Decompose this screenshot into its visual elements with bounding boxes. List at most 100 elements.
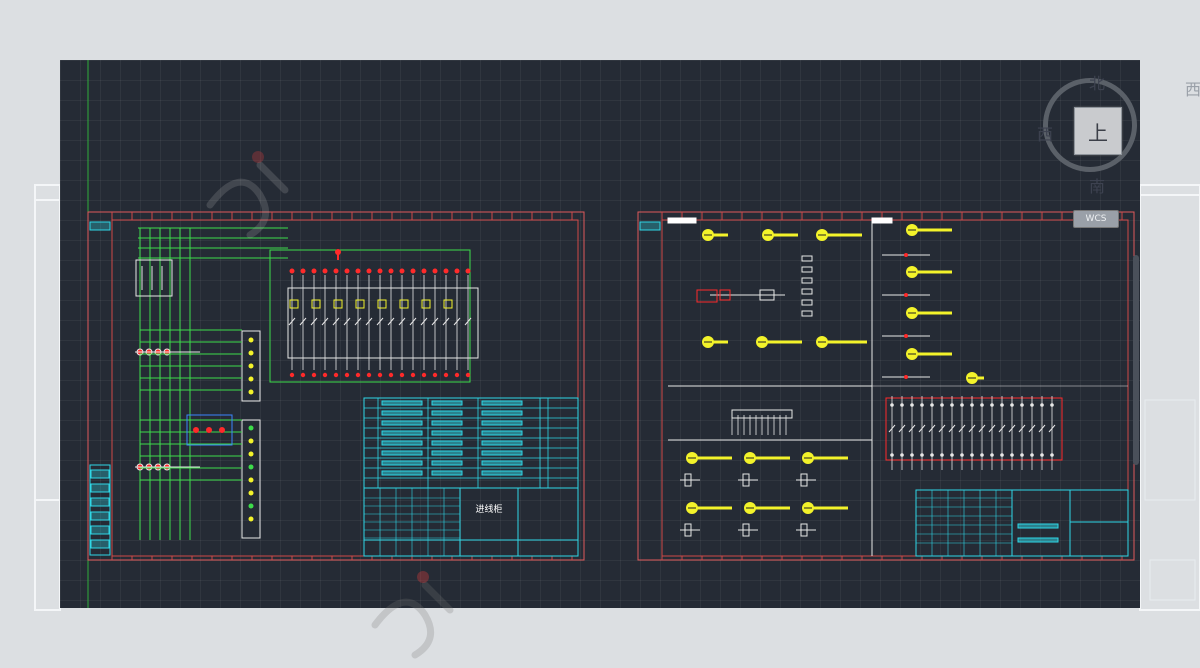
title-text-mark	[381, 400, 423, 406]
terminal-dot	[910, 403, 914, 407]
title-text-mark	[431, 430, 463, 436]
title-text-mark	[431, 420, 463, 426]
title-text-mark	[481, 450, 523, 456]
indicator-lamp	[454, 268, 460, 274]
title-text-mark	[381, 460, 423, 466]
terminal-dot	[454, 372, 460, 378]
terminal-module	[801, 299, 813, 306]
indicator-lamp	[421, 268, 427, 274]
component-outline	[696, 289, 718, 303]
relay-coil	[355, 299, 365, 309]
terminal-dot	[1040, 453, 1044, 457]
terminal-point	[248, 389, 254, 395]
terminal-dot	[960, 453, 964, 457]
terminal-point	[248, 438, 254, 444]
cad-drawing[interactable]: 进线柜	[60, 60, 1140, 608]
terminal-dot	[904, 375, 908, 379]
compass-east-label[interactable]: 西	[1185, 76, 1200, 100]
indicator-lamp	[377, 268, 383, 274]
relay-coil	[443, 299, 453, 309]
terminal-dot	[920, 403, 924, 407]
model-space-viewport[interactable]: 进线柜	[60, 60, 1140, 608]
terminal-dot	[421, 372, 427, 378]
terminal-dot	[366, 372, 372, 378]
sheet-left-outer-frame	[87, 211, 585, 561]
title-block-name: 进线柜	[475, 503, 502, 515]
compass-south-label[interactable]: 南	[1089, 173, 1105, 197]
side-strip-cell	[90, 483, 110, 493]
terminal-module	[801, 255, 813, 262]
title-text-mark	[381, 470, 423, 476]
terminal-dot	[980, 403, 984, 407]
terminal-dot	[904, 334, 908, 338]
terminal-module	[801, 310, 813, 317]
terminal-dot	[904, 253, 908, 257]
terminal-point	[248, 425, 254, 431]
terminal-dot	[920, 453, 924, 457]
terminal-point	[248, 376, 254, 382]
terminal-point	[248, 464, 254, 470]
sheet-right-tab	[871, 217, 893, 224]
relay-array	[287, 287, 479, 359]
terminal-point	[248, 363, 254, 369]
terminal-dot	[990, 453, 994, 457]
terminal-dot	[443, 372, 449, 378]
title-text-mark	[381, 450, 423, 456]
indicator-lamp	[355, 268, 361, 274]
relay-coil	[399, 299, 409, 309]
title-text-mark	[431, 440, 463, 446]
terminal-dot	[333, 372, 339, 378]
fuse-dot	[335, 249, 341, 255]
wcs-menu-button[interactable]: WCS	[1073, 210, 1119, 228]
terminal-dot	[355, 372, 361, 378]
compass-north-label[interactable]: 北	[1089, 70, 1105, 94]
indicator-lamp	[322, 268, 328, 274]
relay-coil	[311, 299, 321, 309]
terminal-dot	[930, 403, 934, 407]
title-text-mark	[481, 470, 523, 476]
title-text-mark	[431, 460, 463, 466]
viewcube-top-face[interactable]: 上	[1074, 107, 1122, 155]
terminal-dot	[940, 403, 944, 407]
control-array-box	[885, 397, 1063, 461]
terminal-dot	[289, 372, 295, 378]
terminal-dot	[1030, 453, 1034, 457]
compass-west-label[interactable]: 西	[1037, 121, 1053, 145]
contactor-pin	[206, 427, 212, 433]
sheet-left: 进线柜	[87, 211, 585, 561]
indicator-lamp	[432, 268, 438, 274]
indicator-lamp	[388, 268, 394, 274]
title-text-mark	[481, 400, 523, 406]
title-block-right	[915, 489, 1129, 557]
title-text-mark	[431, 410, 463, 416]
title-text-mark	[381, 410, 423, 416]
terminal-dot	[300, 372, 306, 378]
indicator-lamp	[311, 268, 317, 274]
indicator-lamp	[366, 268, 372, 274]
terminal-dot	[900, 453, 904, 457]
terminal-dot	[970, 453, 974, 457]
terminal-module	[801, 266, 813, 273]
title-text-mark	[1017, 537, 1059, 543]
title-block-left: 进线柜	[363, 397, 579, 557]
relay-coil	[377, 299, 387, 309]
side-strip-cell	[90, 525, 110, 535]
terminal-dot	[960, 403, 964, 407]
sheet-right-inner-frame	[661, 219, 1129, 557]
terminal-dot	[930, 453, 934, 457]
indicator-lamp	[344, 268, 350, 274]
title-text-mark	[1017, 523, 1059, 529]
title-text-mark	[481, 460, 523, 466]
terminal-point	[248, 503, 254, 509]
terminal-dot	[399, 372, 405, 378]
terminal-point	[248, 451, 254, 457]
terminal-dot	[322, 372, 328, 378]
terminal-dot	[1050, 403, 1054, 407]
terminal-point	[248, 350, 254, 356]
terminal-dot	[910, 453, 914, 457]
terminal-dot	[890, 403, 894, 407]
title-text-mark	[481, 430, 523, 436]
terminal-dot	[1000, 453, 1004, 457]
side-strip-cell	[90, 539, 110, 549]
title-text-mark	[481, 420, 523, 426]
